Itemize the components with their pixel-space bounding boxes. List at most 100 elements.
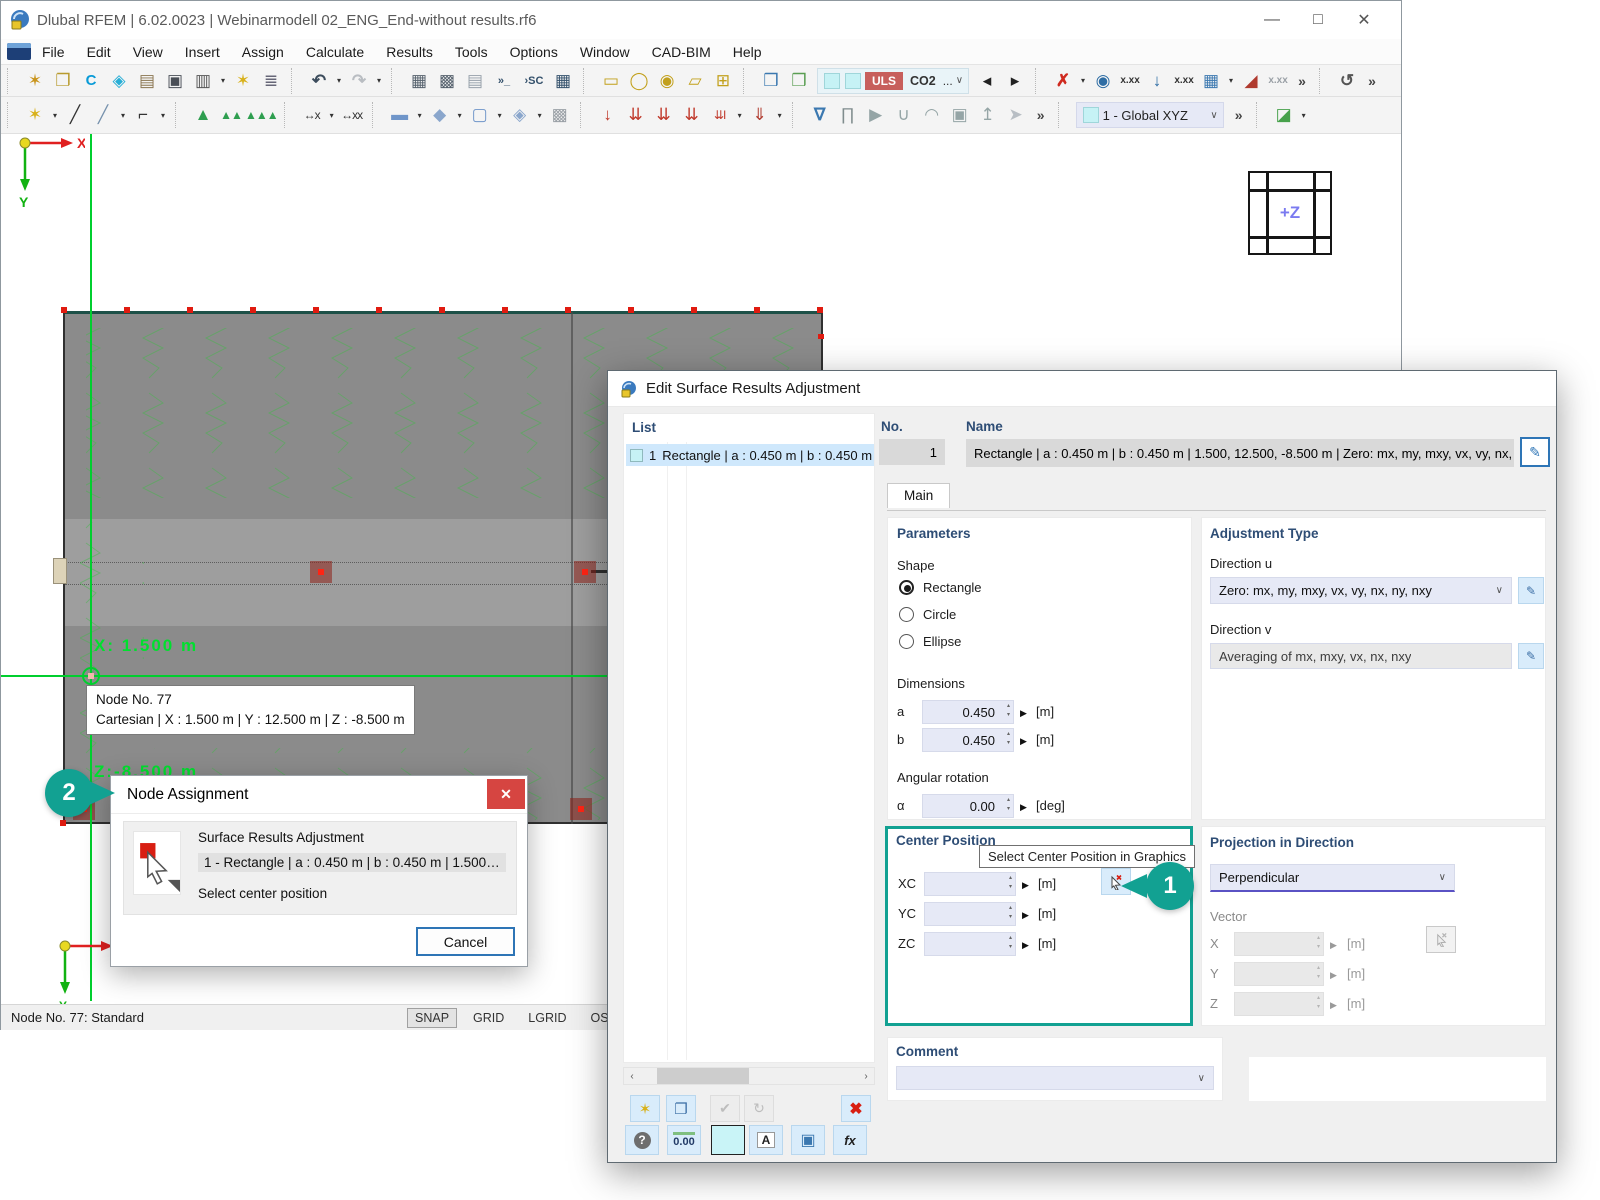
- values-gray-icon[interactable]: x.xx: [1265, 68, 1291, 94]
- minimize-button[interactable]: —: [1249, 1, 1295, 39]
- open-model-icon[interactable]: ❐: [49, 68, 77, 94]
- workplane-caret-icon[interactable]: ▾: [1298, 102, 1310, 128]
- print-caret-icon[interactable]: ▾: [217, 68, 229, 94]
- result-diagram-icon[interactable]: ∪: [890, 102, 918, 128]
- shape-radio-circle[interactable]: Circle: [899, 607, 956, 622]
- new-surface-icon[interactable]: ▬: [386, 102, 414, 128]
- shape-radio-ellipse[interactable]: Ellipse: [899, 634, 961, 649]
- result-values-icon[interactable]: x.xx: [1117, 68, 1143, 94]
- snap-toggle[interactable]: SNAP: [407, 1008, 457, 1028]
- list-item-selected[interactable]: 1 Rectangle | a : 0.450 m | b : 0.450 m: [626, 444, 874, 466]
- save-icon[interactable]: ▣: [161, 68, 189, 94]
- coordinate-system-combo[interactable]: 1 - Global XYZ ∨: [1076, 102, 1224, 128]
- edit-model-data-icon[interactable]: ▤: [133, 68, 161, 94]
- solid-caret-icon[interactable]: ▾: [454, 102, 466, 128]
- select-window-icon[interactable]: ▭: [597, 68, 625, 94]
- menu-tools[interactable]: Tools: [444, 41, 499, 63]
- load-generator-icon[interactable]: ⇓: [746, 102, 774, 128]
- new-block-icon[interactable]: ◈: [506, 102, 534, 128]
- select-circle-icon[interactable]: ◯: [625, 68, 653, 94]
- dimension-x-icon[interactable]: ↔x: [298, 102, 326, 128]
- workplane-icon[interactable]: ◪: [1270, 102, 1298, 128]
- load-combinations-icon[interactable]: ❒: [785, 68, 813, 94]
- new-opening-icon[interactable]: ▢: [466, 102, 494, 128]
- dimension-xx-icon[interactable]: ↔xx: [338, 102, 366, 128]
- select-annulus-icon[interactable]: ◉: [653, 68, 681, 94]
- parameter-arrow-icon[interactable]: ▶: [1022, 940, 1029, 951]
- spinner-icon[interactable]: ▴▾: [1007, 730, 1010, 748]
- copy-adjustment-button[interactable]: ❐: [666, 1095, 696, 1122]
- node-marker[interactable]: [310, 561, 332, 583]
- zoom-reset-icon[interactable]: ↺: [1333, 68, 1361, 94]
- scroll-left-arrow[interactable]: ‹: [624, 1071, 640, 1082]
- tab-main[interactable]: Main: [887, 483, 950, 508]
- menu-help[interactable]: Help: [722, 41, 773, 63]
- invert-selection-button[interactable]: ↻: [744, 1095, 774, 1122]
- load-case-combo[interactable]: ULS CO2 ... ∨: [817, 68, 969, 94]
- help-button[interactable]: ?: [625, 1125, 659, 1155]
- node-marker[interactable]: [574, 561, 596, 583]
- spinner-icon[interactable]: ▴▾: [1007, 796, 1010, 814]
- render-mode-icon[interactable]: ▣: [946, 102, 974, 128]
- sc-table-icon[interactable]: ›SC: [519, 68, 549, 94]
- block-caret-icon[interactable]: ▾: [534, 102, 546, 128]
- surface-support-icon[interactable]: ▲▲▲: [245, 102, 278, 128]
- redo-icon[interactable]: ↷: [345, 68, 373, 94]
- insert-member-icon[interactable]: ╱: [89, 102, 117, 128]
- spinner-icon[interactable]: ▴▾: [1009, 874, 1012, 892]
- scroll-right-arrow[interactable]: ›: [858, 1071, 874, 1082]
- parameter-arrow-icon[interactable]: ▶: [1020, 802, 1027, 813]
- dlubal-center-icon[interactable]: C: [77, 68, 105, 94]
- more-buttons-chevron[interactable]: »: [1030, 102, 1052, 128]
- visibility-filter-icon[interactable]: ∇: [806, 102, 834, 128]
- new-adjustment-button[interactable]: ✶: [630, 1095, 660, 1122]
- menu-calculate[interactable]: Calculate: [295, 41, 375, 63]
- dimension-caret-icon[interactable]: ▾: [326, 102, 338, 128]
- navigator-panel-icon[interactable]: [7, 43, 31, 60]
- close-button[interactable]: ✕: [1341, 1, 1387, 39]
- cancel-button[interactable]: Cancel: [416, 927, 515, 956]
- spinner-icon[interactable]: ▴▾: [1009, 934, 1012, 952]
- spreadsheet-icon[interactable]: ▩: [433, 68, 461, 94]
- insert-polyline-icon[interactable]: ⌐: [129, 102, 157, 128]
- units-settings-button[interactable]: 0.00: [667, 1125, 701, 1155]
- graphics-settings-button[interactable]: ▣: [791, 1125, 825, 1155]
- dimension-a-field[interactable]: 0.450 ▴▾: [922, 700, 1014, 724]
- delete-adjustment-button[interactable]: ✖: [841, 1095, 871, 1122]
- line-support-icon[interactable]: ▲▲: [217, 102, 245, 128]
- menu-results[interactable]: Results: [375, 41, 444, 63]
- dimension-b-field[interactable]: 0.450 ▴▾: [922, 728, 1014, 752]
- data-tables-icon[interactable]: ▦: [405, 68, 433, 94]
- parameter-arrow-icon[interactable]: ▶: [1022, 910, 1029, 921]
- new-solid-icon[interactable]: ◆: [426, 102, 454, 128]
- pan-view-icon[interactable]: ◠: [918, 102, 946, 128]
- menu-view[interactable]: View: [122, 41, 174, 63]
- edit-direction-u-button[interactable]: ✎: [1518, 577, 1544, 604]
- undo-caret-icon[interactable]: ▾: [333, 68, 345, 94]
- clipping-planes-icon[interactable]: ∏: [834, 102, 862, 128]
- more-buttons-chevron[interactable]: »: [1228, 102, 1250, 128]
- line-load-icon[interactable]: ⇊: [650, 102, 678, 128]
- surface-load-icon[interactable]: ⇊: [678, 102, 706, 128]
- member-load-icon[interactable]: ⇊: [622, 102, 650, 128]
- nodal-load-icon[interactable]: ↓: [594, 102, 622, 128]
- smooth-ranges-icon[interactable]: ◢: [1237, 68, 1265, 94]
- filter-results-icon[interactable]: ✗: [1049, 68, 1077, 94]
- result-values-2-icon[interactable]: x.xx: [1171, 68, 1197, 94]
- spinner-icon[interactable]: ▴▾: [1009, 904, 1012, 922]
- insert-node-icon[interactable]: ✶: [21, 102, 49, 128]
- generate-load-cases-icon[interactable]: ❒: [757, 68, 785, 94]
- grid-caret-icon[interactable]: ▾: [1225, 68, 1237, 94]
- node-marker[interactable]: [570, 798, 592, 820]
- node-assignment-close-button[interactable]: ✕: [487, 779, 525, 809]
- edit-name-button[interactable]: ✎: [1520, 437, 1550, 467]
- fly-mode-icon[interactable]: ➤: [1002, 102, 1030, 128]
- select-polygon-icon[interactable]: ▱: [681, 68, 709, 94]
- grid-toggle[interactable]: GRID: [465, 1008, 512, 1028]
- display-properties-button[interactable]: A: [749, 1125, 783, 1155]
- walk-mode-icon[interactable]: ↥: [974, 102, 1002, 128]
- animation-icon[interactable]: ▶: [862, 102, 890, 128]
- xc-field[interactable]: ▴▾: [924, 872, 1016, 896]
- new-printout-report-icon[interactable]: ✶: [229, 68, 257, 94]
- list-horizontal-scrollbar[interactable]: ‹ ›: [623, 1067, 875, 1085]
